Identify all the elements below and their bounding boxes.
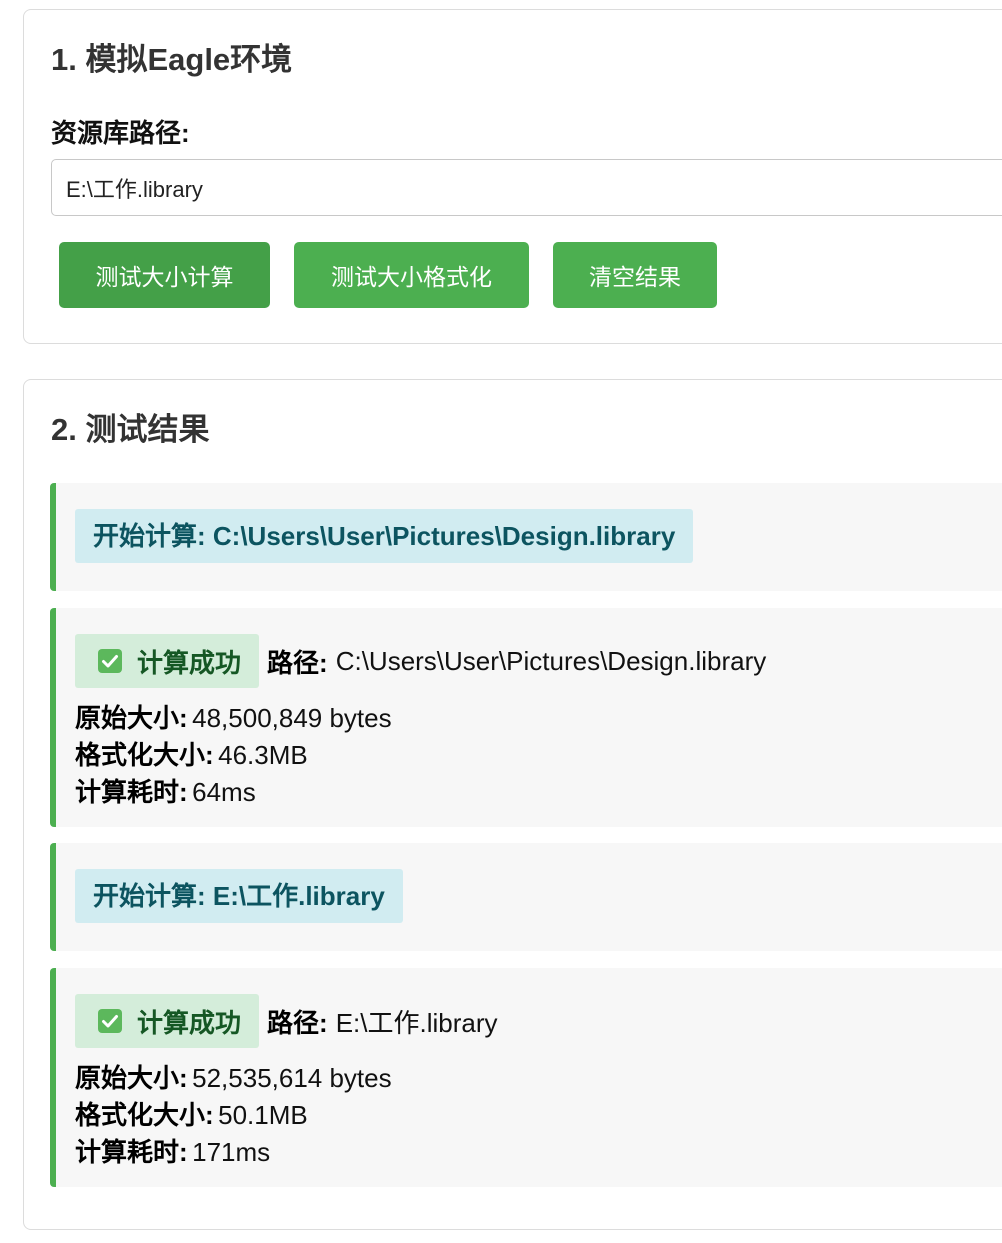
formatted-size-label: 格式化大小: <box>75 1100 214 1130</box>
results-section: 2. 测试结果 开始计算: C:\Users\User\Pictures\Des… <box>23 379 1002 1230</box>
formatted-size-value: 46.3MB <box>218 740 308 770</box>
results-section-title: 2. 测试结果 <box>51 412 210 447</box>
path-label: 路径: <box>267 1007 328 1038</box>
raw-size-row: 原始大小: 52,535,614 bytes <box>75 1065 392 1091</box>
start-message: 开始计算: C:\Users\User\Pictures\Design.libr… <box>75 509 694 563</box>
raw-size-value: 48,500,849 bytes <box>192 703 392 733</box>
formatted-size-label: 格式化大小: <box>75 740 214 770</box>
success-line: 计算成功 路径: C:\Users\User\Pictures\Design.l… <box>75 634 766 688</box>
elapsed-value: 171ms <box>192 1137 271 1167</box>
success-line: 计算成功 路径: E:\工作.library <box>75 994 498 1048</box>
elapsed-value: 64ms <box>192 777 256 807</box>
formatted-size-value: 50.1MB <box>218 1100 308 1130</box>
elapsed-row: 计算耗时: 171ms <box>75 1139 270 1165</box>
path-value: C:\Users\User\Pictures\Design.library <box>335 645 767 676</box>
success-status-text: 计算成功 <box>137 647 242 678</box>
test-size-format-button[interactable]: 测试大小格式化 <box>294 242 529 308</box>
clear-results-button[interactable]: 清空结果 <box>553 242 717 308</box>
formatted-size-row: 格式化大小: 50.1MB <box>75 1102 308 1128</box>
success-status-text: 计算成功 <box>137 1007 242 1038</box>
raw-size-label: 原始大小: <box>75 1063 188 1093</box>
env-section: 1. 模拟Eagle环境 资源库路径: 测试大小计算 测试大小格式化 清空结果 <box>23 9 1002 344</box>
library-path-input[interactable] <box>51 159 1002 216</box>
log-entry-start: 开始计算: C:\Users\User\Pictures\Design.libr… <box>50 483 1002 591</box>
success-badge: 计算成功 <box>75 634 260 688</box>
raw-size-row: 原始大小: 48,500,849 bytes <box>75 705 392 731</box>
test-size-calc-button[interactable]: 测试大小计算 <box>59 242 270 308</box>
check-mark-icon <box>98 649 122 673</box>
success-badge: 计算成功 <box>75 994 260 1048</box>
path-value: E:\工作.library <box>335 1007 498 1038</box>
raw-size-label: 原始大小: <box>75 703 188 733</box>
check-mark-icon <box>98 1009 122 1033</box>
start-message: 开始计算: E:\工作.library <box>75 869 403 923</box>
path-label: 路径: <box>267 647 328 678</box>
elapsed-label: 计算耗时: <box>75 1137 188 1167</box>
raw-size-value: 52,535,614 bytes <box>192 1063 392 1093</box>
log-entry-success: 计算成功 路径: E:\工作.library 原始大小: 52,535,614 … <box>50 968 1002 1187</box>
log-entry-success: 计算成功 路径: C:\Users\User\Pictures\Design.l… <box>50 608 1002 827</box>
library-path-label: 资源库路径: <box>51 118 190 148</box>
elapsed-label: 计算耗时: <box>75 777 188 807</box>
log-entry-start: 开始计算: E:\工作.library <box>50 843 1002 951</box>
formatted-size-row: 格式化大小: 46.3MB <box>75 742 308 768</box>
elapsed-row: 计算耗时: 64ms <box>75 779 256 805</box>
env-section-title: 1. 模拟Eagle环境 <box>51 42 293 77</box>
